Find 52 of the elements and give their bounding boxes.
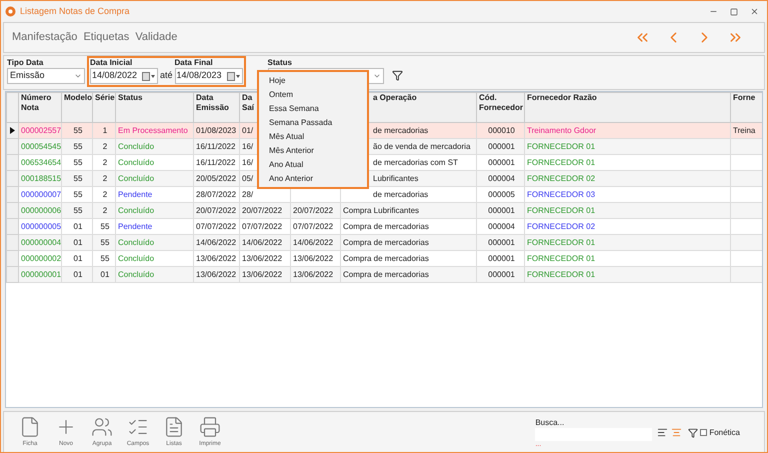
table-cell: Compra de mercadorias	[340, 266, 476, 282]
filter-icon[interactable]	[688, 428, 698, 438]
window-title: Listagem Notas de Compra	[20, 4, 130, 18]
align-left-icon[interactable]	[657, 427, 668, 438]
column-header[interactable]: Série	[92, 92, 116, 122]
calendar-icon[interactable]	[142, 72, 156, 80]
start-date-field[interactable]: 14/08/2022	[90, 68, 158, 84]
end-date-field[interactable]: 14/08/2023	[174, 68, 243, 84]
table-cell: 13/06/2022	[290, 266, 340, 282]
column-header[interactable]: Forne	[730, 92, 762, 122]
current-row-icon	[10, 127, 15, 134]
table-cell: 13/06/2022	[240, 266, 290, 282]
fonetica-checkbox[interactable]	[700, 429, 708, 436]
search-label: Busca...	[535, 418, 566, 428]
table-cell: 000001	[476, 266, 524, 282]
column-header[interactable]: Status	[116, 92, 194, 122]
listas-icon	[163, 416, 185, 438]
menu-option[interactable]: Essa Semana	[269, 102, 319, 116]
table-cell: FORNECEDOR 01	[524, 266, 730, 282]
ficha-icon	[19, 416, 41, 438]
imprime-icon	[199, 416, 221, 438]
checkbox-label: Fonética	[709, 426, 740, 438]
menu-item[interactable]: Etiquetas	[83, 29, 130, 46]
caret-icon	[372, 72, 381, 80]
menu-item[interactable]: Manifestação	[12, 29, 78, 46]
separator-text: até	[160, 68, 173, 82]
table-cell: 01	[62, 266, 92, 282]
menu-option[interactable]: Hoje	[269, 74, 286, 88]
maximize-icon[interactable]	[730, 8, 738, 16]
table-cell: 01	[92, 266, 116, 282]
app-logo-icon	[5, 6, 16, 17]
table-cell: 000000001	[18, 266, 62, 282]
column-header[interactable]: Fornecedor Razão	[524, 92, 730, 122]
column-header[interactable]: Data Emissão	[194, 92, 240, 122]
field-label: Data Final	[174, 58, 214, 68]
field-label: Tipo Data	[7, 58, 44, 68]
table-cell: 13/06/2022	[194, 266, 240, 282]
row-header[interactable]	[6, 122, 18, 138]
menu-option[interactable]: Ontem	[269, 88, 294, 102]
table-cell: Concluído	[116, 266, 194, 282]
field-label: Status	[268, 58, 293, 68]
caret-icon	[74, 72, 82, 80]
agrupa-icon	[91, 416, 113, 438]
column-header[interactable]: Número Nota	[18, 92, 62, 122]
column-header[interactable]: Cód. Fornecedor	[476, 92, 524, 122]
calendar-icon[interactable]	[226, 72, 241, 80]
field-label: Data Inicial	[90, 58, 134, 68]
close-icon[interactable]	[750, 7, 759, 16]
column-header[interactable]: Modelo	[62, 92, 92, 122]
date-type-dropdown[interactable]: Emissão	[7, 68, 85, 84]
filter-icon[interactable]	[392, 70, 403, 81]
menu-item[interactable]: Validade	[135, 29, 178, 46]
